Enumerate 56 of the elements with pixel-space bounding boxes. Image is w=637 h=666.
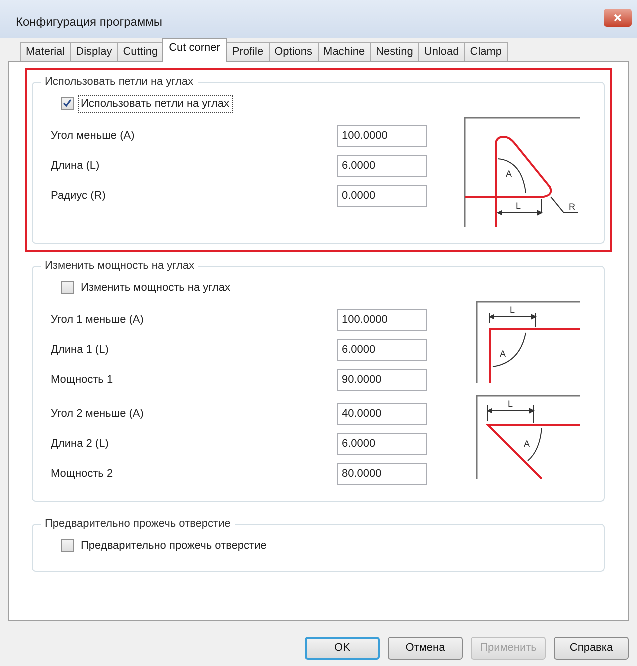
number-field[interactable]: 6.0000: [337, 433, 427, 455]
field-label: Угол 2 меньше (A): [51, 406, 145, 422]
field-label: Угол 1 меньше (A): [51, 312, 145, 328]
field-label: Мощность 1: [51, 372, 114, 388]
tab[interactable]: Cutting: [117, 42, 164, 62]
angle-arc: [498, 158, 526, 194]
group-title: Использовать петли на углах: [44, 75, 195, 90]
tab[interactable]: Display: [70, 42, 118, 62]
window-title: Конфигурация программы: [16, 14, 163, 31]
group-title: Предварительно прожечь отверстие: [44, 517, 232, 532]
leader-line: [550, 196, 578, 214]
field-label: Радиус (R): [51, 188, 107, 204]
tab[interactable]: Unload: [418, 42, 466, 62]
angle-label: A: [500, 349, 506, 359]
number-field[interactable]: 100.0000: [337, 125, 427, 147]
field-label: Длина (L): [51, 158, 101, 174]
length-label: L: [510, 305, 516, 315]
number-field[interactable]: 0.0000: [337, 185, 427, 207]
number-field[interactable]: 40.0000: [337, 403, 427, 425]
checkbox-label: Изменить мощность на углах: [80, 280, 232, 296]
tab[interactable]: Profile: [226, 42, 270, 62]
field-label: Угол меньше (A): [51, 128, 136, 144]
checkbox-label: Предварительно прожечь отверстие: [80, 538, 268, 554]
dialog-button[interactable]: Справка: [554, 637, 629, 660]
radius-label: R: [569, 202, 576, 212]
length-label: L: [516, 201, 522, 211]
field-label: Длина 1 (L): [51, 342, 110, 358]
checkmark-icon: [63, 99, 72, 108]
tab[interactable]: Options: [268, 42, 319, 62]
tab[interactable]: Cut corner: [162, 38, 228, 62]
tab[interactable]: Nesting: [370, 42, 420, 62]
field-label: Длина 2 (L): [51, 436, 110, 452]
checkbox[interactable]: [61, 97, 74, 110]
dimension-line: [498, 198, 542, 216]
checkbox[interactable]: [61, 539, 74, 552]
length-label: L: [508, 399, 514, 409]
number-field[interactable]: 6.0000: [337, 339, 427, 361]
tab[interactable]: Material: [20, 42, 72, 62]
dialog-button[interactable]: OK: [305, 637, 380, 660]
tab[interactable]: Clamp: [464, 42, 508, 62]
close-button[interactable]: [604, 9, 632, 27]
checkbox-label: Использовать петли на углах: [78, 94, 233, 113]
close-icon: [614, 14, 622, 22]
number-field[interactable]: 6.0000: [337, 155, 427, 177]
number-field[interactable]: 90.0000: [337, 369, 427, 391]
number-field[interactable]: 80.0000: [337, 463, 427, 485]
dimension-line: [490, 312, 536, 328]
angle-label: A: [524, 439, 530, 449]
angle-label: A: [506, 169, 512, 179]
tab[interactable]: Machine: [318, 42, 372, 62]
field-label: Мощность 2: [51, 466, 114, 482]
dialog-button[interactable]: Отмена: [388, 637, 463, 660]
angle-arc: [492, 332, 526, 368]
number-field[interactable]: 100.0000: [337, 309, 427, 331]
checkbox[interactable]: [61, 281, 74, 294]
group-title: Изменить мощность на углах: [44, 259, 196, 274]
